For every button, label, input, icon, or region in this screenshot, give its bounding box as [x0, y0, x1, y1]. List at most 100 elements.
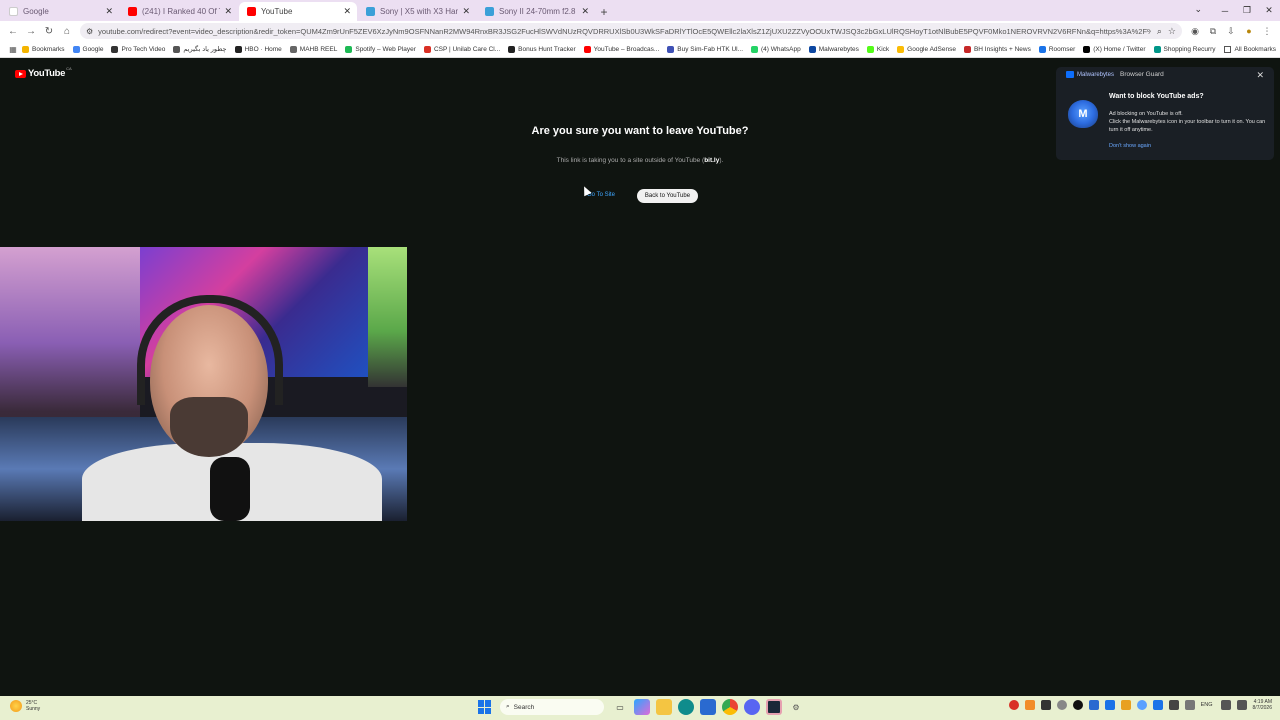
tray-app-icon[interactable] — [1088, 700, 1099, 710]
tray-app-icon[interactable] — [1056, 700, 1067, 710]
back-arrow-icon[interactable]: ← — [4, 22, 22, 40]
bookmark-item[interactable]: CSP | Unilab Care Cl... — [423, 45, 501, 53]
youtube-logo[interactable]: YouTube CA — [15, 66, 72, 79]
bookmark-item[interactable]: Buy Sim-Fab HTK Ul... — [667, 45, 743, 53]
minimize-icon[interactable]: ─ — [1214, 0, 1236, 21]
copilot-icon[interactable] — [634, 699, 650, 715]
search-icon: ⌕ — [506, 703, 510, 710]
bookmark-favicon-icon — [173, 45, 181, 53]
bookmark-item[interactable]: Google — [72, 45, 103, 53]
bookmark-item[interactable]: Bookmarks — [22, 45, 65, 53]
bookmark-label: Google AdSense — [907, 45, 956, 53]
bookmark-item[interactable]: Kick — [866, 45, 889, 53]
microphone-tray-icon[interactable] — [1184, 700, 1195, 710]
bookmark-label: HBO · Home — [244, 45, 282, 53]
message-prefix: This link is taking you to a site outsid… — [556, 157, 705, 164]
language-indicator[interactable]: ENG — [1201, 702, 1213, 708]
system-tray: ENG 4:19 AM 8/7/2026 — [1008, 699, 1272, 711]
edge-icon[interactable] — [678, 699, 694, 715]
bookmark-item[interactable]: Shopping Recurry — [1153, 45, 1216, 53]
dont-show-again-link[interactable]: Don't show again — [1109, 143, 1151, 149]
extension-icon[interactable]: ◉ — [1186, 22, 1204, 40]
bookmark-star-icon[interactable]: ☆ — [1168, 26, 1176, 37]
tab-sony-x5[interactable]: Sony | X5 with X3 Handle | ER ✕ — [358, 2, 476, 21]
bookmark-favicon-icon — [866, 45, 874, 53]
bookmark-item[interactable]: Malwarebytes — [808, 45, 859, 53]
bookmark-label: CSP | Unilab Care Cl... — [433, 45, 501, 53]
tray-app-icon[interactable] — [1040, 700, 1051, 710]
bookmark-item[interactable]: Bonus Hunt Tracker — [508, 45, 576, 53]
bookmark-item[interactable]: MAHB REEL — [289, 45, 337, 53]
file-explorer-icon[interactable] — [656, 699, 672, 715]
tray-app-icon[interactable] — [1120, 700, 1131, 710]
menu-kebab-icon[interactable]: ⋮ — [1258, 22, 1276, 40]
all-bookmarks-button[interactable]: All Bookmarks — [1224, 45, 1276, 53]
wifi-icon[interactable] — [1220, 700, 1231, 710]
system-clock[interactable]: 4:19 AM 8/7/2026 — [1253, 699, 1272, 711]
close-tab-icon[interactable]: ✕ — [105, 6, 113, 17]
tray-app-icon[interactable] — [1104, 700, 1115, 710]
bookmark-item[interactable]: Roomser — [1038, 45, 1075, 53]
tab-ranked-video[interactable]: (241) I Ranked 40 Of The Most ✕ — [120, 2, 238, 21]
bluetooth-icon[interactable] — [1152, 700, 1163, 710]
bookmark-label: Pro Tech Video — [121, 45, 166, 53]
close-tab-icon[interactable]: ✕ — [343, 6, 351, 17]
weather-widget[interactable]: 25°C Sunny — [10, 700, 40, 712]
microphone-icon — [210, 457, 250, 521]
tab-search-icon[interactable]: ⌄ — [1194, 4, 1202, 15]
back-to-youtube-button[interactable]: Back to YouTube — [637, 189, 698, 203]
steam-icon[interactable] — [766, 699, 782, 715]
message-suffix: ). — [719, 157, 724, 164]
home-icon[interactable]: ⌂ — [58, 22, 76, 40]
discord-icon[interactable] — [744, 699, 760, 715]
tab-youtube-active[interactable]: YouTube ✕ — [239, 2, 357, 21]
close-window-icon[interactable]: ✕ — [1258, 0, 1280, 21]
downloads-icon[interactable]: ⇩ — [1222, 22, 1240, 40]
close-tab-icon[interactable]: ✕ — [224, 6, 232, 17]
tray-app-icon[interactable] — [1136, 700, 1147, 710]
bookmark-item[interactable]: (X) Home / Twitter — [1083, 45, 1146, 53]
bookmark-item[interactable]: HBO · Home — [234, 45, 282, 53]
tab-google[interactable]: Google ✕ — [1, 2, 119, 21]
bookmark-item[interactable]: Google AdSense — [897, 45, 956, 53]
task-view-icon[interactable]: ▭ — [612, 699, 628, 715]
url-text[interactable]: youtube.com/redirect?event=video_descrip… — [98, 27, 1151, 36]
new-tab-button[interactable]: + — [595, 2, 613, 21]
bookmark-item[interactable]: YouTube – Broadcas... — [583, 45, 659, 53]
bookmark-favicon-icon — [508, 45, 516, 53]
bookmark-item[interactable]: BH Insights + News — [963, 45, 1031, 53]
maximize-icon[interactable]: ❐ — [1236, 0, 1258, 21]
tray-app-icon[interactable] — [1008, 700, 1019, 710]
bookmark-item[interactable]: Spotify – Web Player — [345, 45, 416, 53]
tray-app-icon[interactable] — [1072, 700, 1083, 710]
bookmark-item[interactable]: (4) WhatsApp — [751, 45, 801, 53]
tray-app-icon[interactable] — [1024, 700, 1035, 710]
store-icon[interactable] — [700, 699, 716, 715]
apps-grid-icon[interactable]: ▦ — [4, 40, 22, 58]
bookmarks-bar: ▦ Bookmarks Google Pro Tech Video چطور ی… — [0, 41, 1280, 58]
bookmark-item[interactable]: Pro Tech Video — [111, 45, 166, 53]
address-bar[interactable]: ⚙ youtube.com/redirect?event=video_descr… — [80, 23, 1182, 39]
close-icon[interactable]: ✕ — [1256, 70, 1264, 81]
taskbar-search[interactable]: ⌕ Search — [500, 699, 604, 715]
close-tab-icon[interactable]: ✕ — [581, 6, 589, 17]
close-tab-icon[interactable]: ✕ — [462, 6, 470, 17]
tab-sony-lens[interactable]: Sony II 24-70mm f2.8 GM II | ✕ — [477, 2, 595, 21]
youtube-play-icon — [15, 69, 26, 78]
tray-app-icon[interactable] — [1168, 700, 1179, 710]
tab-title: Google — [23, 7, 49, 16]
reload-icon[interactable]: ↻ — [40, 22, 58, 40]
settings-gear-icon[interactable]: ⚙ — [788, 699, 804, 715]
zoom-icon[interactable]: ⌕ — [1157, 26, 1162, 37]
product-name: Browser Guard — [1120, 71, 1164, 78]
extensions-puzzle-icon[interactable]: ⧉ — [1204, 22, 1222, 40]
profile-avatar-icon[interactable]: ● — [1240, 22, 1258, 40]
windows-taskbar: 25°C Sunny ⌕ Search ▭ ⚙ ENG 4:19 AM 8/7/… — [0, 696, 1280, 720]
forward-arrow-icon[interactable]: → — [22, 22, 40, 40]
all-bookmarks-label: All Bookmarks — [1234, 45, 1276, 53]
site-info-icon[interactable]: ⚙ — [86, 27, 93, 36]
windows-start-icon[interactable] — [478, 700, 492, 714]
volume-icon[interactable] — [1236, 700, 1247, 710]
chrome-icon[interactable] — [722, 699, 738, 715]
bookmark-item[interactable]: چطور یاد بگیریم — [173, 45, 227, 53]
